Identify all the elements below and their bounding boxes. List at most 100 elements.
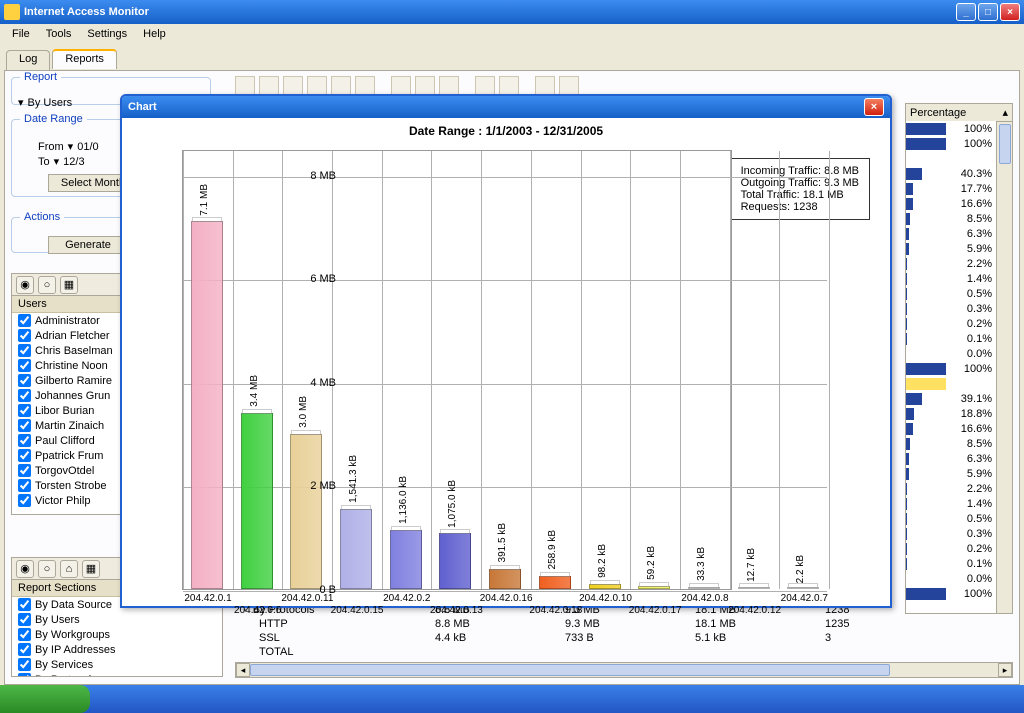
section-row[interactable]: By Services: [12, 657, 222, 672]
generate-button[interactable]: Generate: [48, 236, 128, 254]
menu-help[interactable]: Help: [135, 26, 174, 42]
user-checkbox[interactable]: [18, 419, 31, 432]
chart-bar: [489, 569, 521, 589]
user-checkbox[interactable]: [18, 449, 31, 462]
section-row[interactable]: By Workgroups: [12, 627, 222, 642]
percentage-header[interactable]: Percentage ▴: [905, 103, 1013, 122]
percent-row: 0.1%: [906, 331, 996, 346]
toolbar-button[interactable]: [283, 76, 303, 96]
menu-file[interactable]: File: [4, 26, 38, 42]
tool-grid-icon[interactable]: ▦: [82, 560, 100, 578]
user-checkbox[interactable]: [18, 479, 31, 492]
percent-row: 0.3%: [906, 526, 996, 541]
user-name: Paul Clifford: [35, 435, 95, 447]
tool-circle-icon[interactable]: ○: [38, 560, 56, 578]
grid-row[interactable]: HTTP8.8 MB9.3 MB18.1 MB1235: [235, 618, 1013, 632]
toolbar-button[interactable]: [235, 76, 255, 96]
menubar: File Tools Settings Help: [0, 24, 1024, 44]
user-checkbox[interactable]: [18, 374, 31, 387]
toolbar-button[interactable]: [331, 76, 351, 96]
toolbar-button[interactable]: [475, 76, 495, 96]
toolbar-button[interactable]: [259, 76, 279, 96]
minimize-button[interactable]: _: [956, 3, 976, 21]
bar-value-label: 258.9 kB: [547, 530, 558, 569]
vertical-scrollbar[interactable]: [997, 121, 1013, 614]
section-row[interactable]: By IP Addresses: [12, 642, 222, 657]
menu-tools[interactable]: Tools: [38, 26, 80, 42]
chart-bar: [589, 584, 621, 589]
percent-row: 0.2%: [906, 316, 996, 331]
user-checkbox[interactable]: [18, 464, 31, 477]
scroll-left-button[interactable]: ◂: [236, 663, 250, 677]
tool-grid-icon[interactable]: ▦: [60, 276, 78, 294]
actions-legend: Actions: [20, 211, 64, 223]
user-checkbox[interactable]: [18, 359, 31, 372]
bar-value-label: 7.1 MB: [199, 184, 210, 216]
tool-circle-icon[interactable]: ○: [38, 276, 56, 294]
percent-value: 8.5%: [910, 213, 996, 225]
y-tick: 2 MB: [310, 480, 336, 492]
toolbar-button[interactable]: [391, 76, 411, 96]
section-name: By Services: [35, 659, 93, 671]
chart-area: Date Range : 1/1/2003 - 12/31/2005 Incom…: [122, 118, 890, 606]
user-checkbox[interactable]: [18, 494, 31, 507]
toolbar-button[interactable]: [439, 76, 459, 96]
toolbar-button[interactable]: [535, 76, 555, 96]
toolbar-button[interactable]: [499, 76, 519, 96]
grid-row[interactable]: SSL4.4 kB733 B5.1 kB3: [235, 632, 1013, 646]
start-button[interactable]: [0, 685, 90, 713]
percent-value: 18.8%: [914, 408, 996, 420]
scrollbar-thumb[interactable]: [250, 664, 890, 676]
section-checkbox[interactable]: [18, 658, 31, 671]
menu-settings[interactable]: Settings: [79, 26, 135, 42]
section-checkbox[interactable]: [18, 598, 31, 611]
section-row[interactable]: By Users: [12, 612, 222, 627]
percent-row: 2.2%: [906, 481, 996, 496]
section-checkbox[interactable]: [18, 643, 31, 656]
chart-close-button[interactable]: ×: [864, 98, 884, 116]
user-checkbox[interactable]: [18, 344, 31, 357]
section-checkbox[interactable]: [18, 613, 31, 626]
percent-row: 1.4%: [906, 271, 996, 286]
user-checkbox[interactable]: [18, 314, 31, 327]
bar-value-label: 33.3 kB: [696, 547, 707, 581]
chevron-down-icon[interactable]: ▾: [68, 140, 74, 153]
tool-home-icon[interactable]: ⌂: [60, 560, 78, 578]
percent-row: 100%: [906, 361, 996, 376]
percent-row: 40.3%: [906, 166, 996, 181]
chart-titlebar[interactable]: Chart ×: [122, 96, 890, 118]
from-value[interactable]: 01/0: [77, 141, 98, 153]
toolbar-button[interactable]: [559, 76, 579, 96]
section-checkbox[interactable]: [18, 673, 31, 677]
toolbar-button[interactable]: [307, 76, 327, 96]
x-tick-label: 204.42.0.16: [467, 593, 545, 604]
percent-value: 5.9%: [909, 468, 996, 480]
user-checkbox[interactable]: [18, 329, 31, 342]
scroll-right-button[interactable]: ▸: [998, 663, 1012, 677]
toolbar-button[interactable]: [415, 76, 435, 96]
close-button[interactable]: ×: [1000, 3, 1020, 21]
user-checkbox[interactable]: [18, 434, 31, 447]
grid-row[interactable]: TOTAL: [235, 646, 1013, 660]
section-row[interactable]: By Protocols: [12, 672, 222, 677]
scrollbar-thumb[interactable]: [999, 124, 1011, 164]
section-checkbox[interactable]: [18, 628, 31, 641]
daterange-legend: Date Range: [20, 113, 87, 125]
percent-row: 0.5%: [906, 286, 996, 301]
user-checkbox[interactable]: [18, 389, 31, 402]
percent-row: 5.9%: [906, 241, 996, 256]
tab-log[interactable]: Log: [6, 50, 50, 70]
tab-reports[interactable]: Reports: [52, 49, 117, 69]
chevron-down-icon[interactable]: ▾: [54, 155, 60, 168]
tool-target-icon[interactable]: ◉: [16, 276, 34, 294]
percent-row: 39.1%: [906, 391, 996, 406]
maximize-button[interactable]: □: [978, 3, 998, 21]
bar-value-label: 98.2 kB: [597, 544, 608, 578]
tool-target-icon[interactable]: ◉: [16, 560, 34, 578]
toolbar-button[interactable]: [355, 76, 375, 96]
user-checkbox[interactable]: [18, 404, 31, 417]
horizontal-scrollbar[interactable]: ◂ ▸: [235, 662, 1013, 678]
percent-row: [906, 376, 996, 391]
to-value[interactable]: 12/3: [63, 156, 84, 168]
percent-bar: [906, 363, 946, 375]
